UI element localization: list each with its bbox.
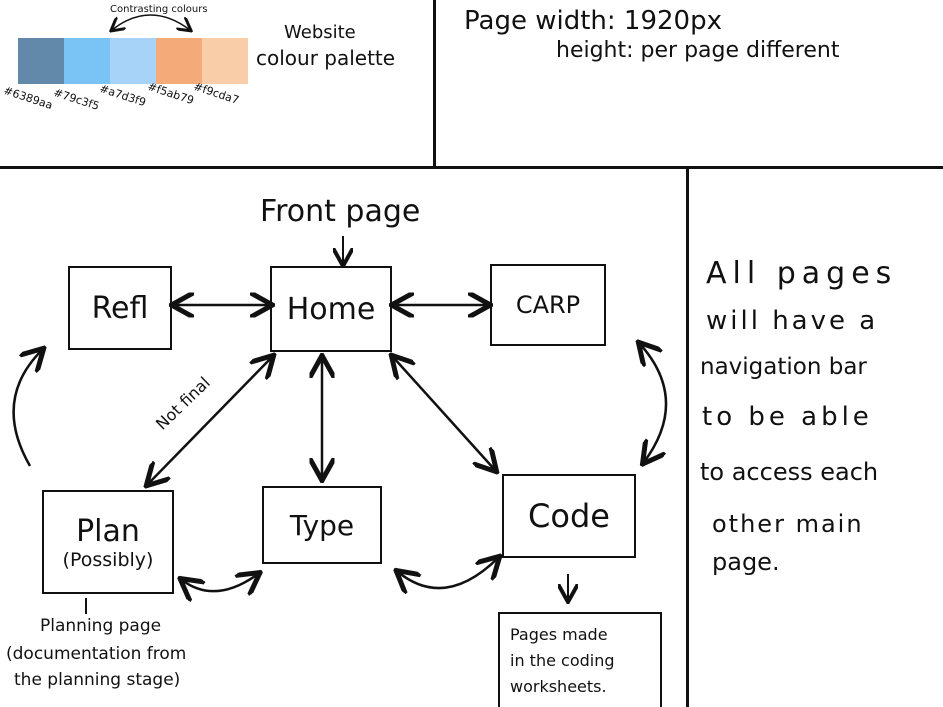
plan-refl-curve: [12, 350, 42, 467]
front-page-label: Front page: [260, 194, 421, 229]
type-box: Type: [262, 486, 382, 564]
planning-note-line1: Planning page: [40, 616, 162, 636]
home-code-arrow: [393, 357, 495, 470]
nav-note-line6: other main: [712, 510, 864, 538]
refl-box: Refl: [68, 266, 172, 350]
nav-note-line3: navigation bar: [700, 354, 867, 380]
planning-note-line2: (documentation from: [6, 644, 187, 664]
code-carp-curve: [640, 344, 668, 462]
code-label: Code: [528, 497, 610, 535]
plan-type-curve: [182, 574, 258, 591]
nav-note-line1: All pages: [706, 256, 898, 291]
pages-note-line3: worksheets.: [510, 677, 607, 696]
type-code-curve: [398, 558, 498, 588]
pages-note-line2: in the coding: [510, 651, 615, 670]
carp-box: CARP: [490, 264, 606, 346]
home-label: Home: [286, 291, 376, 327]
carp-label: CARP: [515, 291, 581, 319]
nav-note-line2: will have a: [706, 306, 879, 336]
contrasting-arc: [112, 14, 190, 30]
nav-note-line4: to be able: [702, 402, 873, 432]
planning-note-line3: the planning stage): [14, 670, 181, 690]
type-label: Type: [289, 508, 355, 542]
plan-label: Plan: [76, 513, 140, 549]
pages-note-line1: Pages made: [510, 625, 608, 644]
plan-box: Plan (Possibly): [42, 490, 174, 594]
pages-note-box: Pages made in the coding worksheets.: [498, 612, 662, 707]
code-box: Code: [502, 474, 636, 558]
home-box: Home: [270, 266, 392, 352]
plan-note: (Possibly): [62, 548, 154, 571]
nav-note-line7: page.: [712, 548, 780, 576]
nav-note-line5: to access each: [700, 458, 879, 486]
refl-label: Refl: [91, 290, 149, 326]
